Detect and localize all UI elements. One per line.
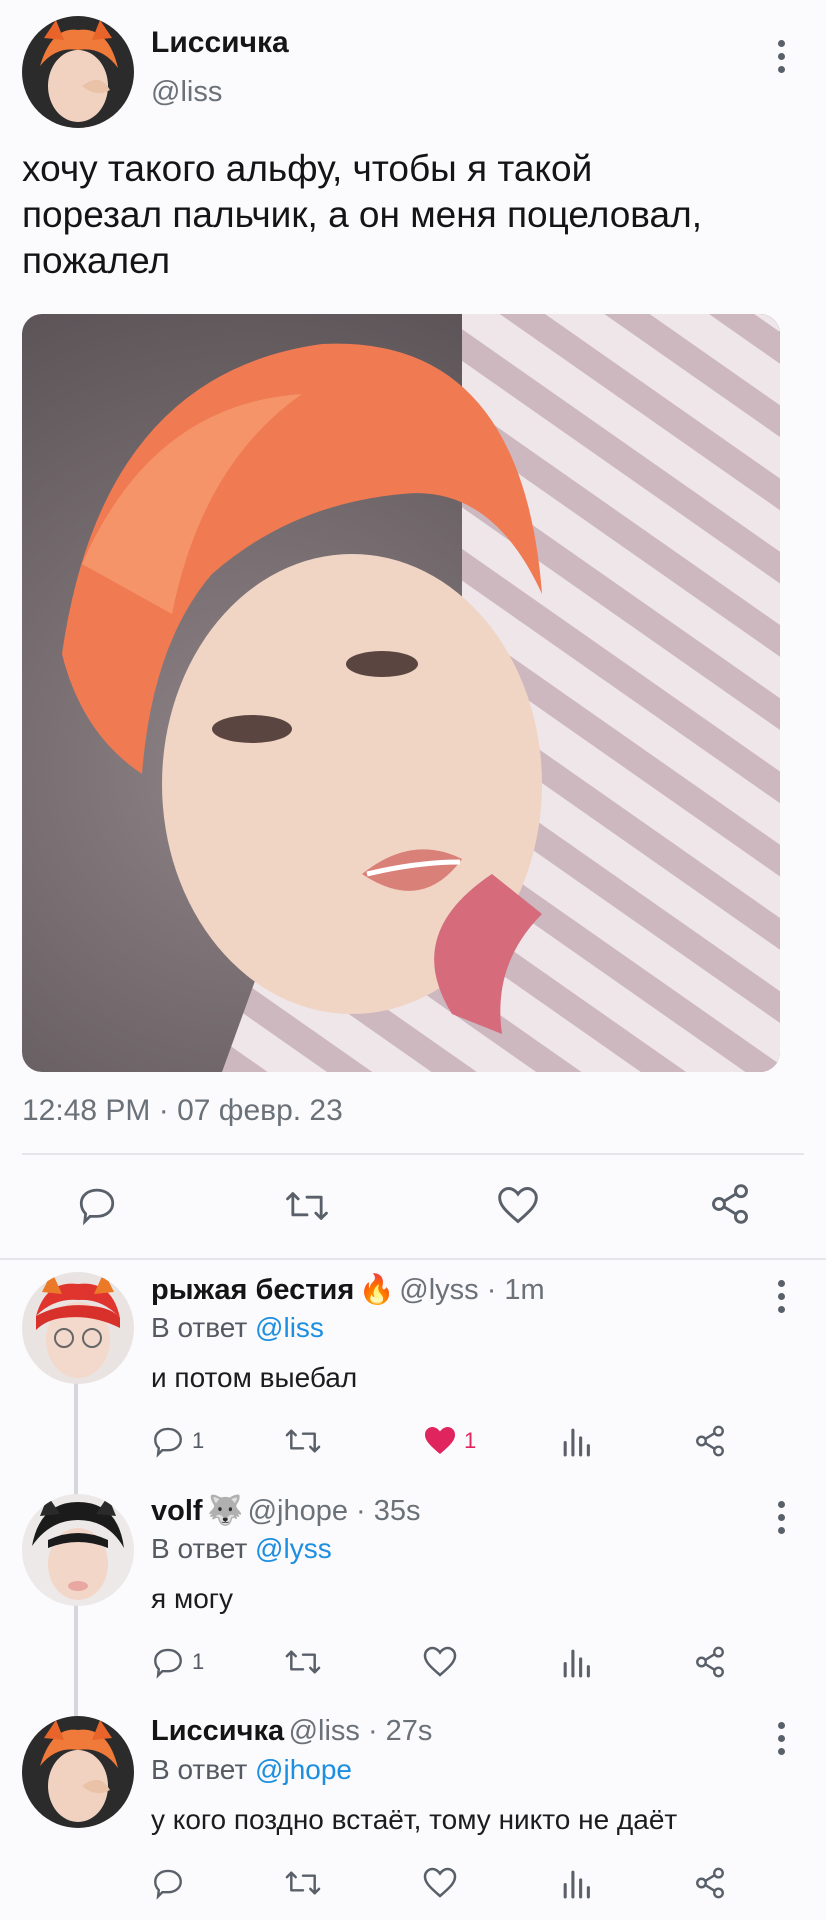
reply-to-prefix: В ответ (151, 1312, 256, 1343)
reply-header: Lиссичка @liss · 27s (151, 1715, 432, 1748)
reply-avatar[interactable] (22, 1494, 134, 1606)
share-icon[interactable] (693, 1645, 727, 1679)
author-name[interactable]: Lиссичка (151, 26, 289, 60)
reply-author-name[interactable]: Lиссичка (151, 1715, 284, 1747)
like-count: 1 (464, 1428, 477, 1453)
like-icon[interactable] (496, 1184, 540, 1226)
reply-icon[interactable] (151, 1645, 185, 1679)
tweet-timestamp: 12:48 PM · 07 февр. 23 (22, 1094, 343, 1127)
retweet-icon[interactable] (284, 1866, 322, 1900)
reply-handle-time[interactable]: @liss · 27s (289, 1715, 433, 1747)
more-icon[interactable] (774, 1722, 788, 1761)
reply-count: 1 (192, 1649, 205, 1674)
like-icon[interactable] (422, 1645, 458, 1678)
reply-handle-time[interactable]: @jhope · 35s (248, 1495, 421, 1527)
tweet-text: хочу такого альфу, чтобы я такой порезал… (22, 146, 802, 284)
more-icon[interactable] (774, 1280, 788, 1319)
share-icon[interactable] (693, 1866, 727, 1900)
reply-header: volf 🐺 @jhope · 35s (151, 1494, 421, 1528)
reply-handle-time[interactable]: @lyss · 1m (399, 1274, 544, 1306)
reply-to-line: В ответ @liss (151, 1312, 324, 1344)
reply-text: я могу (151, 1583, 233, 1614)
reply-text: у кого поздно встаёт, тому никто не даёт (151, 1804, 678, 1835)
more-icon[interactable] (774, 1501, 788, 1540)
analytics-icon[interactable] (560, 1424, 592, 1458)
reply-text: и потом выебал (151, 1362, 358, 1393)
reply-to-line: В ответ @jhope (151, 1754, 352, 1786)
more-icon[interactable] (774, 40, 788, 79)
reply-to-prefix: В ответ (151, 1754, 256, 1785)
reply-icon[interactable] (151, 1866, 185, 1900)
retweet-icon[interactable] (284, 1645, 322, 1679)
reply-author-name[interactable]: рыжая бестия (151, 1274, 354, 1306)
divider (0, 1258, 826, 1260)
retweet-icon[interactable] (284, 1186, 330, 1226)
divider (22, 1153, 804, 1155)
reply-avatar[interactable] (22, 1272, 134, 1384)
reply-count: 1 (192, 1428, 205, 1453)
analytics-icon[interactable] (560, 1866, 592, 1900)
tweet-text-line: хочу такого альфу, чтобы я такой (22, 148, 593, 189)
author-avatar[interactable] (22, 16, 134, 128)
wolf-emoji-icon: 🐺 (207, 1495, 244, 1527)
like-icon[interactable] (422, 1866, 458, 1899)
reply-to-link[interactable]: @liss (255, 1312, 324, 1343)
tweet-photo[interactable] (22, 314, 780, 1072)
reply-avatar[interactable] (22, 1716, 134, 1828)
analytics-icon[interactable] (560, 1645, 592, 1679)
share-icon[interactable] (693, 1424, 727, 1458)
reply-author-name[interactable]: volf (151, 1495, 203, 1527)
fire-emoji-icon: 🔥 (358, 1274, 395, 1306)
reply-to-link[interactable]: @lyss (255, 1533, 332, 1564)
reply-icon[interactable] (76, 1184, 118, 1226)
share-icon[interactable] (708, 1182, 752, 1226)
reply-header: рыжая бестия 🔥 @lyss · 1m (151, 1273, 545, 1307)
retweet-icon[interactable] (284, 1424, 322, 1458)
tweet-text-line: пожалел (22, 240, 171, 281)
author-handle[interactable]: @liss (151, 76, 222, 109)
reply-to-line: В ответ @lyss (151, 1533, 332, 1565)
reply-icon[interactable] (151, 1424, 185, 1458)
reply-to-link[interactable]: @jhope (255, 1754, 352, 1785)
reply-to-prefix: В ответ (151, 1533, 256, 1564)
tweet-text-line: порезал пальчик, а он меня поцеловал, (22, 194, 702, 235)
like-icon-filled[interactable] (422, 1424, 458, 1457)
